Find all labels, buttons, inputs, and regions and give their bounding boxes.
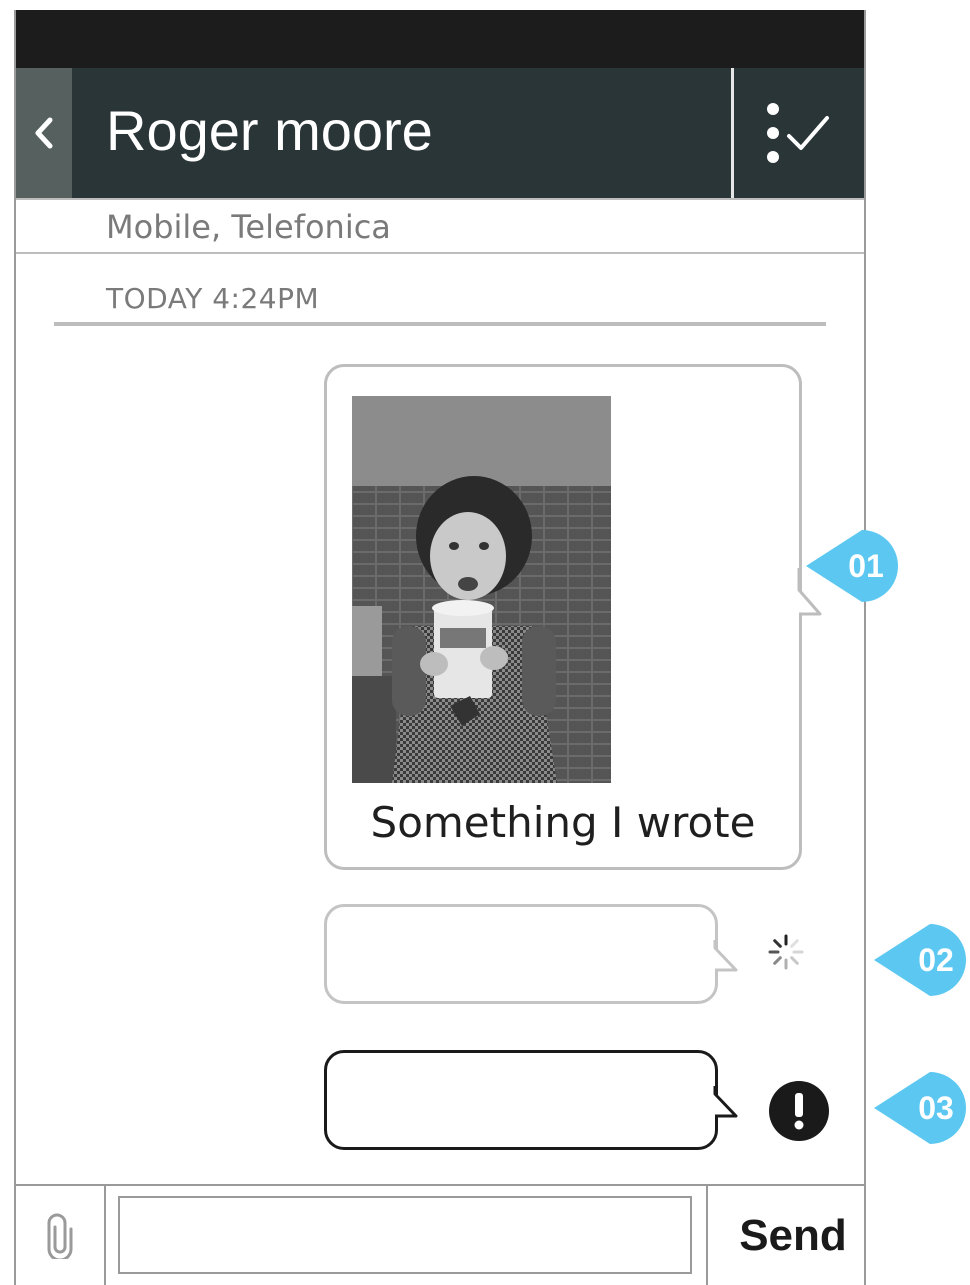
back-button[interactable] xyxy=(16,68,72,198)
message-composer: Send xyxy=(16,1184,864,1285)
contact-subtitle: Mobile, Telefonica xyxy=(106,208,391,246)
annotation-label: 01 xyxy=(848,548,884,584)
annotation-marker-01: 01 xyxy=(806,530,898,602)
bubble-tail xyxy=(713,940,738,972)
app-header: Roger moore xyxy=(16,68,864,198)
bubble-tail xyxy=(713,1086,738,1118)
send-button[interactable]: Send xyxy=(722,1196,864,1276)
timestamp-divider xyxy=(54,322,826,326)
thread-timestamp: TODAY 4:24PM xyxy=(106,282,320,315)
composer-divider xyxy=(104,1186,106,1285)
annotation-label: 02 xyxy=(918,942,954,978)
more-vert-check-icon xyxy=(767,103,829,163)
message-bubble-error[interactable] xyxy=(324,1050,718,1150)
loading-spinner-icon xyxy=(768,934,804,970)
message-caption: Something I wrote xyxy=(370,798,756,847)
header-actions-button[interactable] xyxy=(734,68,864,198)
page-title: Roger moore xyxy=(106,99,433,162)
contact-subheader: Mobile, Telefonica xyxy=(16,198,864,254)
annotation-label: 03 xyxy=(918,1090,954,1126)
error-icon[interactable] xyxy=(768,1080,830,1142)
annotation-marker-03: 03 xyxy=(874,1072,966,1144)
paperclip-icon xyxy=(47,1213,73,1259)
message-input[interactable] xyxy=(118,1196,692,1274)
message-photo[interactable] xyxy=(352,396,611,783)
composer-divider xyxy=(706,1186,708,1285)
attach-button[interactable] xyxy=(16,1186,104,1285)
status-bar xyxy=(16,10,864,68)
annotation-marker-02: 02 xyxy=(874,924,966,996)
message-bubble-sending[interactable] xyxy=(324,904,718,1004)
chevron-left-icon xyxy=(35,117,53,149)
